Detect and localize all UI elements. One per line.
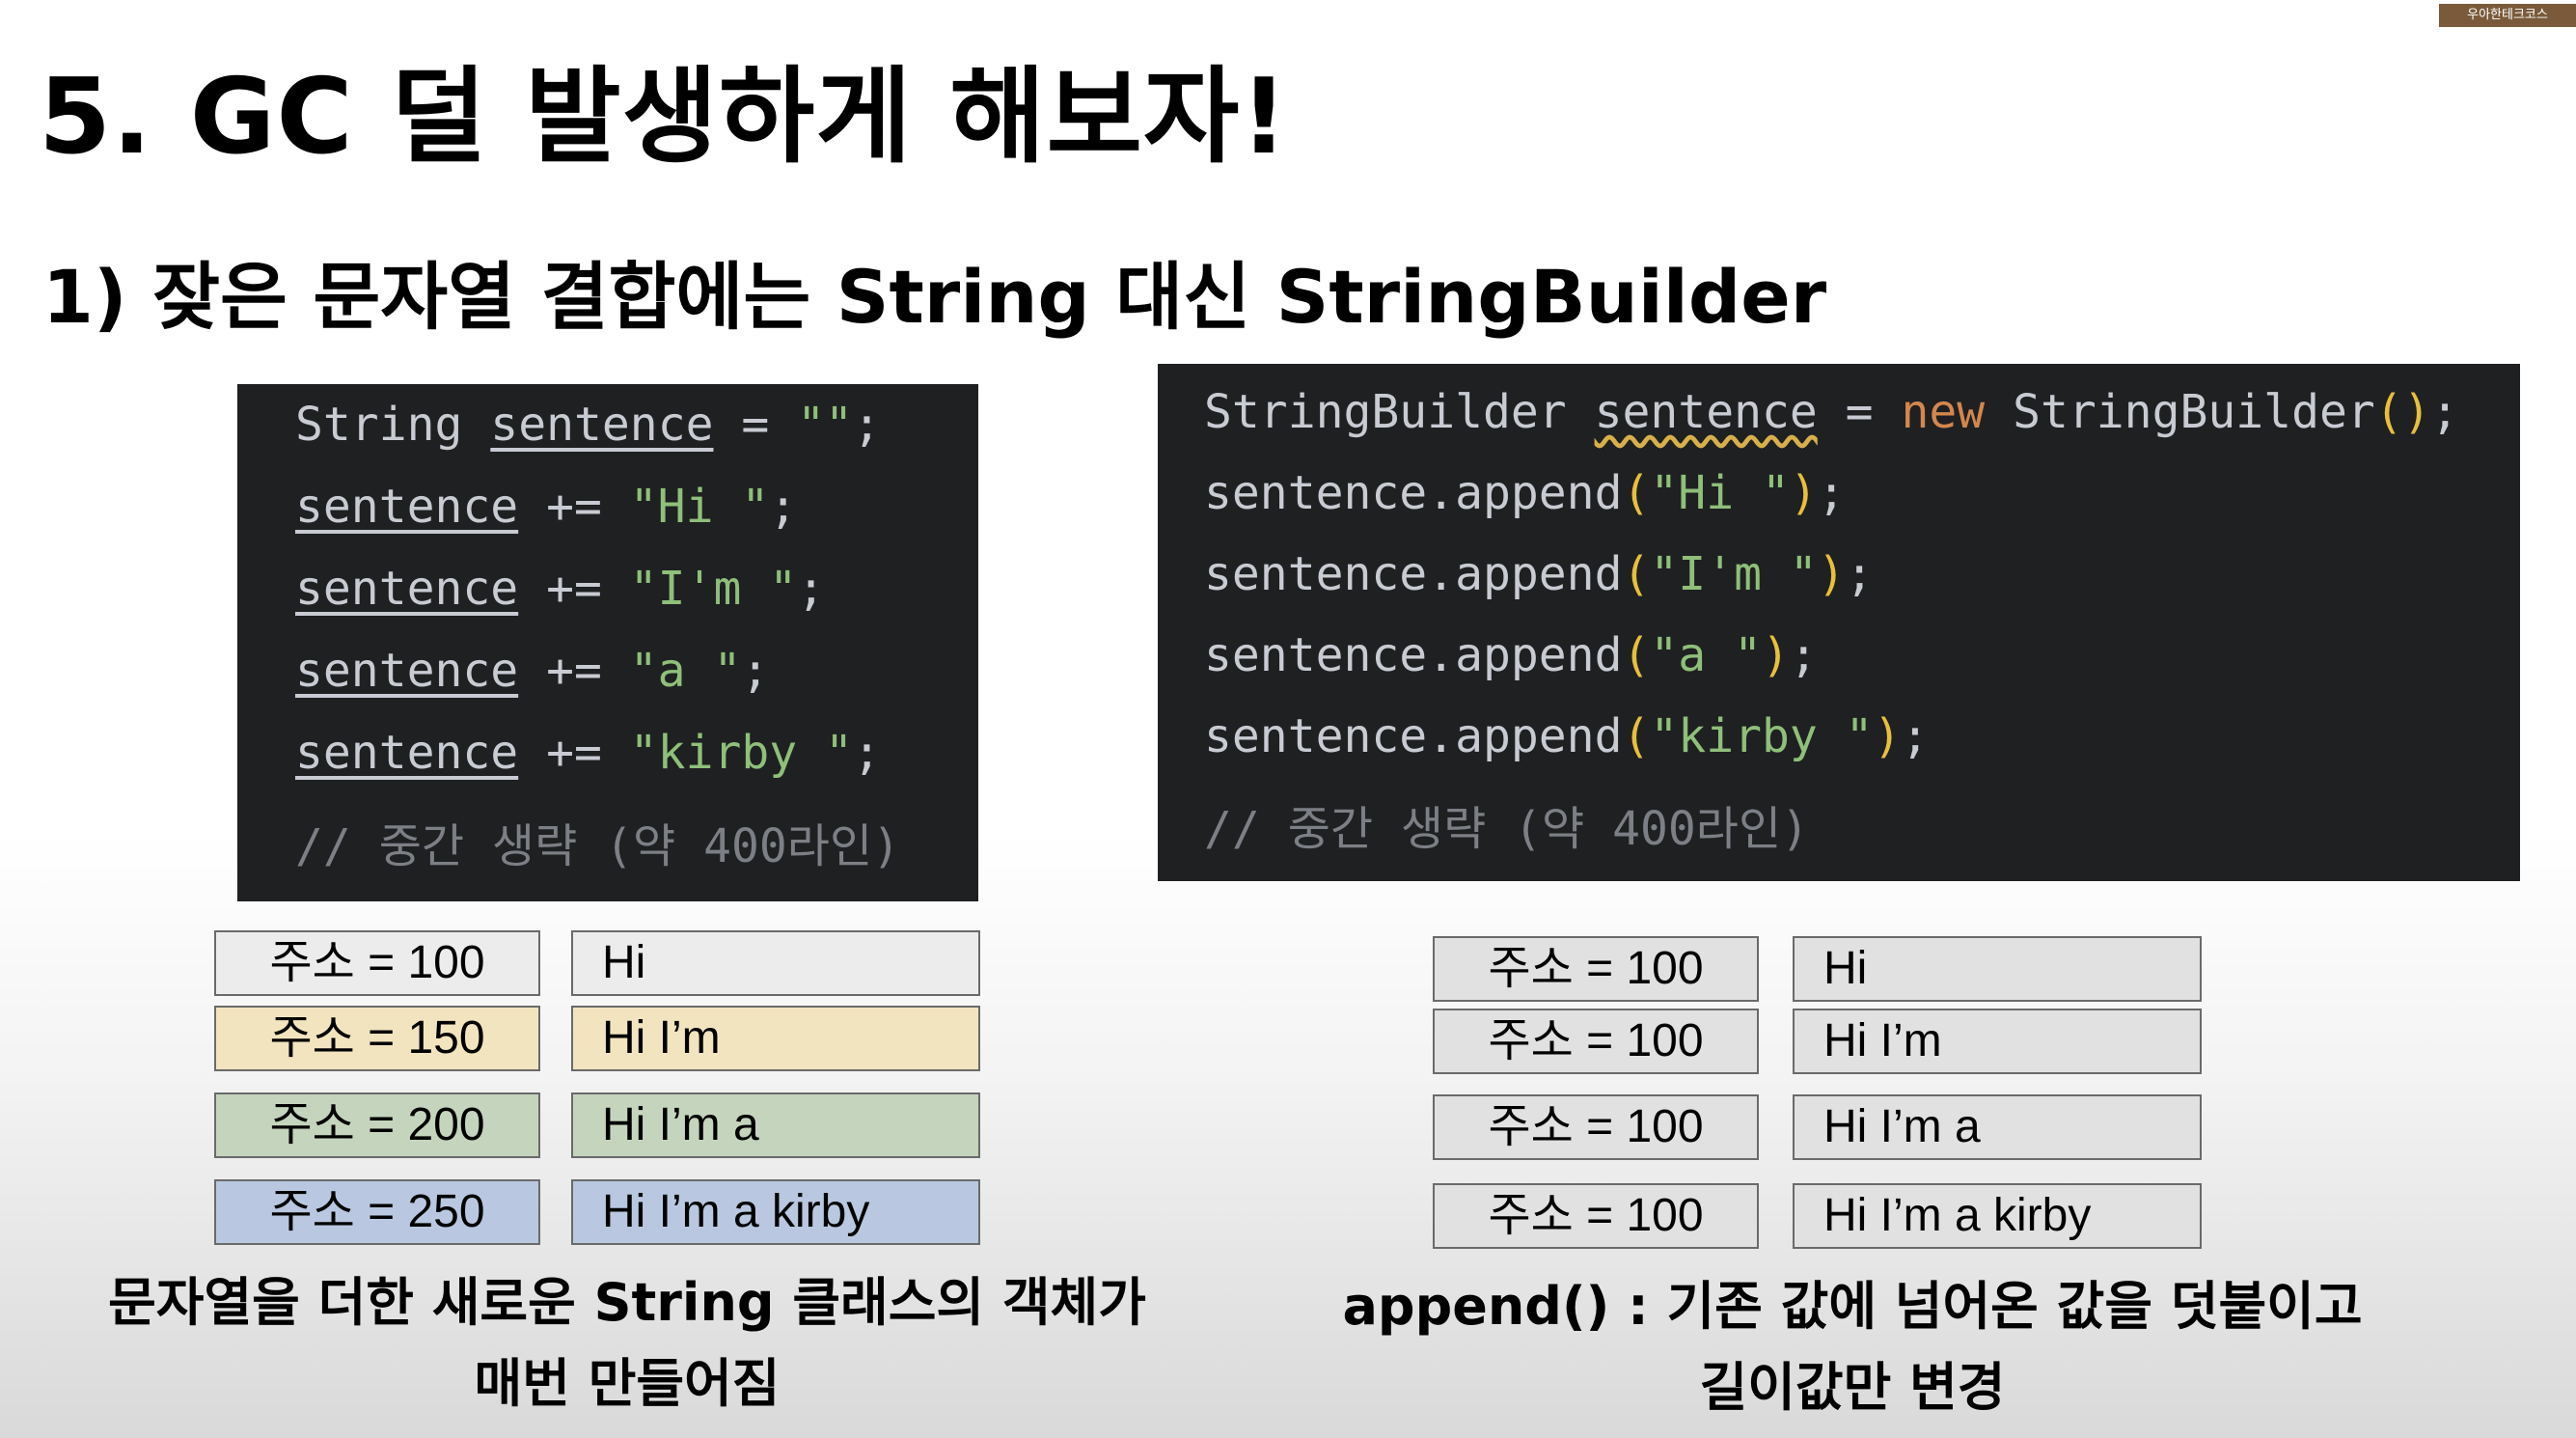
- code-line: sentence.append("Hi ");: [1204, 466, 1846, 520]
- code-line: sentence += "Hi ";: [295, 480, 798, 534]
- caption-line: 문자열을 더한 새로운 String 클래스의 객체가: [108, 1272, 1146, 1333]
- address-cell: 주소 = 100: [1433, 1009, 1759, 1074]
- value-cell: Hi I’m a kirby: [1793, 1183, 2202, 1249]
- address-cell: 주소 = 100: [214, 930, 540, 996]
- slide-title: 5. GC 덜 발생하게 해보자!: [39, 57, 1289, 178]
- caption-line: 매번 만들어짐: [474, 1353, 781, 1414]
- left-caption: 문자열을 더한 새로운 String 클래스의 객체가 매번 만들어짐: [96, 1262, 1158, 1424]
- address-cell: 주소 = 100: [1433, 1183, 1759, 1249]
- string-code-block: String sentence = ""; sentence += "Hi ";…: [237, 384, 978, 901]
- caption-line: append() : 기존 값에 넘어온 값을 덧붙이고: [1342, 1276, 2363, 1337]
- brand-badge: 우아한테크코스: [2439, 4, 2576, 27]
- value-cell: Hi: [571, 930, 980, 996]
- address-cell: 주소 = 150: [214, 1006, 540, 1071]
- value-cell: Hi I’m: [1793, 1009, 2202, 1074]
- value-cell: Hi I’m a: [1793, 1094, 2202, 1160]
- code-comment: // 중간 생략 (약 400라인): [295, 819, 901, 873]
- code-line: sentence += "I'm ";: [295, 562, 826, 616]
- caption-line: 길이값만 변경: [1699, 1357, 2006, 1418]
- code-comment: // 중간 생략 (약 400라인): [1204, 802, 1810, 856]
- code-line: String sentence = "";: [295, 398, 881, 452]
- code-line: sentence.append("a ");: [1204, 628, 1818, 682]
- right-caption: append() : 기존 값에 넘어온 값을 덧붙이고 길이값만 변경: [1322, 1266, 2383, 1428]
- address-cell: 주소 = 250: [214, 1179, 540, 1245]
- stringbuilder-code-block: StringBuilder sentence = new StringBuild…: [1158, 364, 2520, 881]
- value-cell: Hi: [1793, 936, 2202, 1002]
- address-cell: 주소 = 100: [1433, 936, 1759, 1002]
- address-cell: 주소 = 100: [1433, 1094, 1759, 1160]
- value-cell: Hi I’m a: [571, 1092, 980, 1158]
- value-cell: Hi I’m: [571, 1006, 980, 1071]
- code-line: sentence.append("kirby ");: [1204, 709, 1930, 763]
- code-line: sentence += "a ";: [295, 644, 770, 698]
- slide-subtitle: 1) 잦은 문자열 결합에는 String 대신 StringBuilder: [42, 254, 1827, 340]
- value-cell: Hi I’m a kirby: [571, 1179, 980, 1245]
- code-line: sentence += "kirby ";: [295, 726, 881, 780]
- code-line: StringBuilder sentence = new StringBuild…: [1204, 385, 2459, 439]
- code-line: sentence.append("I'm ");: [1204, 547, 1874, 601]
- address-cell: 주소 = 200: [214, 1092, 540, 1158]
